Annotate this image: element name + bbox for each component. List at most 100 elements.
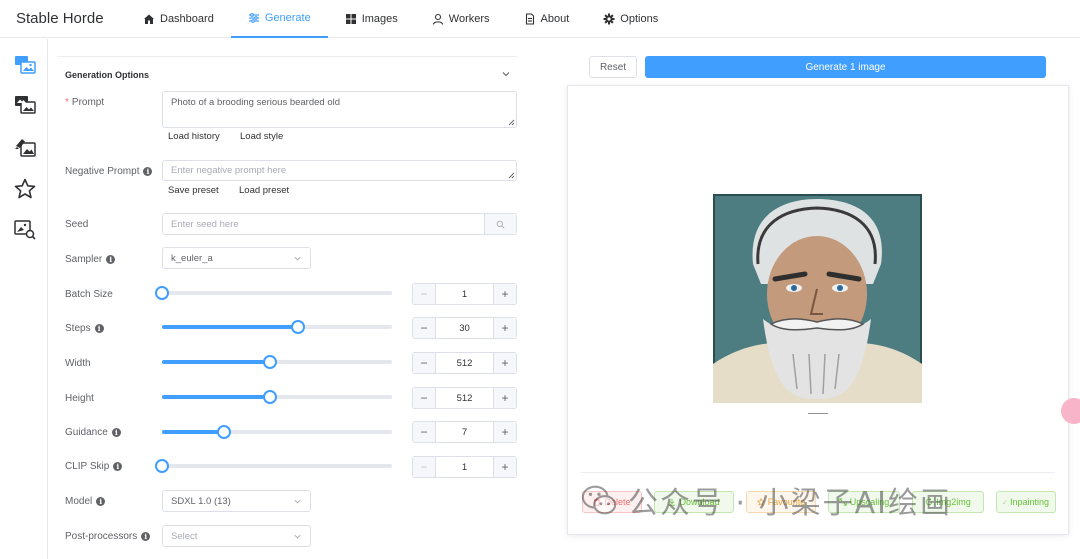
inpainting-icon[interactable] [13,135,37,159]
section-title: Generation Options [65,69,150,80]
guidance-slider[interactable] [162,425,392,439]
nav-options[interactable]: Options [586,0,675,38]
img2img-button[interactable]: Img2img [912,491,984,513]
increment-button[interactable]: + [493,318,516,338]
save-preset-link[interactable]: Save preset [168,185,219,196]
info-icon[interactable]: i [113,462,123,471]
height-stepper[interactable]: − 512 + [412,387,517,409]
prompt-textarea[interactable]: Photo of a brooding serious bearded old [162,91,517,128]
increment-button[interactable]: + [493,388,516,408]
carousel-indicator[interactable] [808,413,828,414]
image-search-icon[interactable] [13,217,37,241]
clip-skip-label: CLIP Skip i [65,461,123,472]
steps-label: Steps i [65,323,104,334]
decrement-button[interactable]: − [413,388,436,408]
increment-button[interactable]: + [493,353,516,373]
upscaling-button[interactable]: Upscaling [828,491,900,513]
sampler-select[interactable]: k_euler_a [162,247,311,269]
reset-button[interactable]: Reset [589,56,637,78]
steps-stepper[interactable]: − 30 + [412,317,517,339]
increment-button[interactable]: + [493,422,516,442]
batch-size-label: Batch Size [65,289,113,300]
guidance-label: Guidance i [65,427,121,438]
steps-value[interactable]: 30 [436,323,493,334]
seed-input[interactable]: Enter seed here [162,213,517,235]
increment-button[interactable]: + [493,284,516,304]
nav-generate[interactable]: Generate [230,0,328,38]
slider-handle[interactable] [155,286,169,300]
favourite-star-icon[interactable] [13,177,37,201]
info-icon[interactable]: i [141,532,151,541]
model-label: Model i [65,496,106,507]
nav-images-label: Images [361,12,398,25]
width-stepper[interactable]: − 512 + [412,352,517,374]
slider-handle[interactable] [290,320,305,334]
image-to-image-icon[interactable] [13,93,37,117]
resize-grip-icon[interactable] [508,172,515,179]
info-icon[interactable]: i [143,167,153,176]
inpainting-button[interactable]: Inpainting [996,491,1056,513]
grid-icon [345,13,356,24]
slider-handle[interactable] [263,390,278,404]
nav-images[interactable]: Images [328,0,415,38]
nav-about[interactable]: About [507,0,587,38]
trash-icon [594,498,601,506]
home-icon [144,14,154,24]
generated-portrait-image[interactable] [713,194,922,403]
gear-icon [603,13,615,24]
generate-button[interactable]: Generate 1 image [645,56,1046,78]
slider-handle[interactable] [217,425,232,439]
resize-grip-icon[interactable] [508,119,515,126]
generation-options-header[interactable]: Generation Options [57,56,517,92]
negative-prompt-textarea[interactable]: Enter negative prompt here [162,160,517,181]
model-select[interactable]: SDXL 1.0 (13) [162,490,311,512]
user-icon [432,13,443,25]
info-icon[interactable]: i [94,324,104,333]
batch-size-value[interactable]: 1 [436,289,493,300]
guidance-stepper[interactable]: − 7 + [412,421,517,443]
clip-skip-slider[interactable] [155,459,392,473]
download-button[interactable]: Download [654,491,734,513]
decrement-button[interactable]: − [413,457,436,477]
load-style-link[interactable]: Load style [240,131,283,142]
nav-dashboard[interactable]: Dashboard [126,0,231,38]
decrement-button[interactable]: − [413,422,436,442]
seed-search-button[interactable] [484,214,516,234]
favourite-button[interactable]: Favourite [746,491,816,513]
batch-size-stepper[interactable]: − 1 + [412,283,517,305]
floating-helper-badge[interactable] [1061,398,1080,424]
increment-button[interactable]: + [493,457,516,477]
batch-size-slider[interactable] [155,286,392,300]
info-icon[interactable]: i [106,255,116,264]
card-divider [581,472,1055,473]
nav-workers[interactable]: Workers [415,0,507,38]
text-to-image-icon[interactable] [13,53,37,77]
info-icon[interactable]: i [96,497,106,506]
steps-slider[interactable] [162,320,392,334]
width-slider[interactable] [162,355,392,369]
document-icon [525,12,534,25]
guidance-value[interactable]: 7 [436,427,493,438]
chevron-down-icon[interactable] [501,69,511,79]
app-brand[interactable]: Stable Horde [16,10,126,27]
clip-skip-stepper[interactable]: − 1 + [412,456,517,478]
height-slider[interactable] [162,390,392,404]
load-history-link[interactable]: Load history [168,131,220,142]
nav-workers-label: Workers [448,12,490,25]
decrement-button[interactable]: − [413,284,436,304]
star-icon [756,498,765,506]
info-icon[interactable]: i [111,428,121,437]
slider-handle[interactable] [263,355,278,369]
width-value[interactable]: 512 [436,358,493,369]
height-value[interactable]: 512 [436,393,493,404]
seed-label: Seed [65,219,89,230]
delete-button[interactable]: Delete [582,491,642,513]
decrement-button[interactable]: − [413,353,436,373]
load-preset-link[interactable]: Load preset [239,185,289,196]
clip-skip-value[interactable]: 1 [436,462,493,473]
download-icon [669,498,676,506]
post-processors-select[interactable]: Select [162,525,311,547]
slider-handle[interactable] [155,459,169,473]
decrement-button[interactable]: − [413,318,436,338]
sliders-icon [248,12,259,23]
